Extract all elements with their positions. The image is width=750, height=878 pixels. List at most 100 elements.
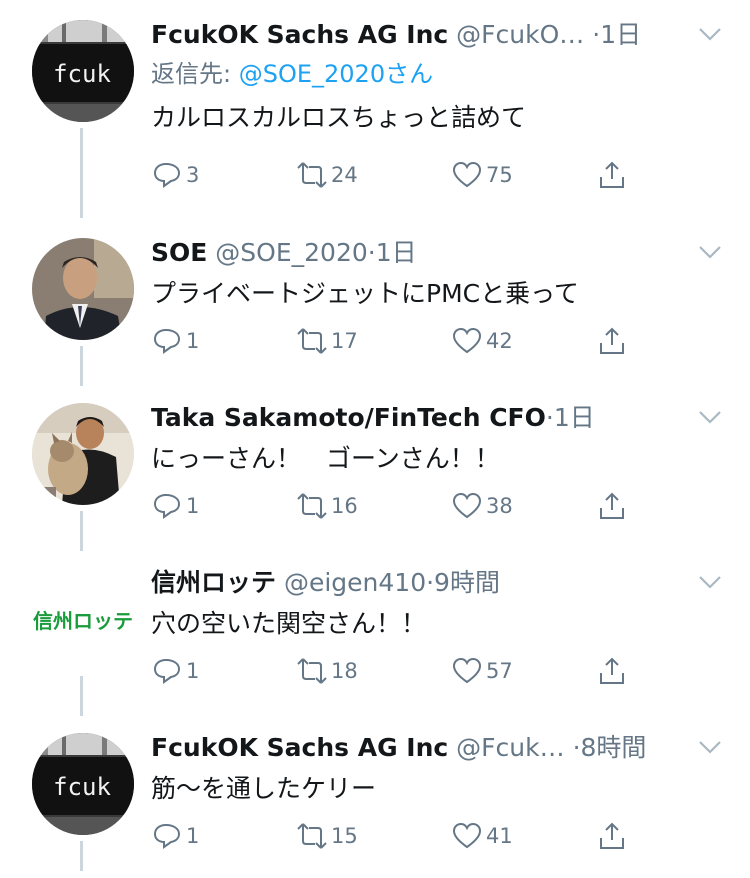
handle[interactable]: @Fcuk… [456,733,564,762]
reply-icon [153,658,181,684]
timestamp[interactable]: ·8時間 [573,733,647,762]
like-button[interactable]: 38 [452,486,513,526]
tweet[interactable]: 信州ロッテ 信州ロッテ @eigen410·9時間 穴の空いた関空さん！！ 1 … [0,511,750,716]
reply-count: 3 [186,163,200,187]
tweet[interactable]: SOE @SOE_2020·1日 プライベートジェットにPMCと乗って 1 17… [0,168,750,386]
svg-text:fcuk: fcuk [53,773,111,801]
like-button[interactable]: 57 [452,651,513,691]
avatar[interactable] [32,238,134,340]
retweet-icon [297,162,327,188]
share-icon [600,327,624,354]
retweet-button[interactable]: 16 [297,486,358,526]
replying-to: 返信先: @SOE_2020さん [151,56,711,92]
retweet-button[interactable]: 18 [297,651,358,691]
share-button[interactable] [597,486,627,526]
chevron-down-icon[interactable] [698,409,722,425]
heart-icon [452,657,482,684]
reply-count: 1 [186,659,200,683]
retweet-icon [297,658,327,684]
avatar[interactable]: 信州ロッテ [32,568,134,670]
like-button[interactable]: 42 [452,321,513,361]
share-button[interactable] [597,651,627,691]
like-count: 38 [486,494,513,518]
timestamp[interactable]: ·1日 [368,238,417,267]
display-name[interactable]: SOE [151,238,207,267]
share-icon [600,492,624,519]
reply-button[interactable]: 1 [152,816,199,856]
display-name[interactable]: 信州ロッテ [151,568,276,597]
retweet-icon [297,328,327,354]
heart-icon [452,492,482,519]
tweet-text: 筋〜を通したケリー [151,774,377,803]
chevron-down-icon[interactable] [698,26,722,42]
reply-prefix: 返信先: [151,60,239,88]
timestamp[interactable]: ·1日 [592,20,641,49]
reply-icon [153,823,181,849]
fcuk-logo-icon: fcuk [32,733,134,835]
heart-icon [452,327,482,354]
thread-line [80,346,83,383]
handle[interactable]: @SOE_2020 [215,238,367,267]
display-name[interactable]: FcukOK Sachs AG Inc [151,20,448,49]
like-button[interactable]: 41 [452,816,513,856]
display-name[interactable]: FcukOK Sachs AG Inc [151,733,448,762]
retweet-icon [297,823,327,849]
fcuk-logo-icon: fcuk [32,20,134,122]
like-button[interactable]: 75 [452,155,513,195]
thread-line [80,128,83,168]
handle[interactable]: @FcukO… [456,20,584,49]
shinshu-lotte-logo-icon: 信州ロッテ [32,568,134,670]
reply-icon [153,493,181,519]
tweet-text: プライベートジェットにPMCと乗って [151,279,579,308]
timestamp[interactable]: ·9時間 [426,568,500,597]
retweet-button[interactable]: 17 [297,321,358,361]
reply-mention[interactable]: @SOE_2020さん [239,60,433,88]
share-icon [600,161,624,188]
thread-line [80,676,83,713]
tweet-actions: 1 17 42 [152,321,652,361]
chevron-down-icon[interactable] [698,244,722,260]
reply-button[interactable]: 1 [152,651,199,691]
tweet-actions: 1 15 41 [152,816,652,856]
share-icon [600,657,624,684]
retweet-button[interactable]: 24 [297,155,358,195]
share-button[interactable] [597,321,627,361]
tweet-header: FcukOK Sachs AG Inc @FcukO… ·1日 [151,14,711,56]
chevron-down-icon[interactable] [698,739,722,755]
avatar[interactable]: fcuk [32,20,134,122]
chevron-down-icon[interactable] [698,574,722,590]
reply-icon [153,162,181,188]
tweet[interactable]: fcuk FcukOK Sachs AG Inc @Fcuk… ·8時間 筋〜を… [0,676,750,878]
reply-button[interactable]: 1 [152,321,199,361]
reply-button[interactable]: 1 [152,486,199,526]
tweet-text: 穴の空いた関空さん！！ [151,609,427,638]
thread-line [80,511,83,548]
heart-icon [452,161,482,188]
display-name[interactable]: Taka Sakamoto/FinTech CFO [151,403,546,432]
handle[interactable]: @eigen410 [284,568,426,597]
tweet-header: Taka Sakamoto/FinTech CFO·1日 [151,397,711,439]
tweet[interactable]: fcuk FcukOK Sachs AG Inc @FcukO… ·1日 返信先… [0,0,750,188]
reply-count: 1 [186,824,200,848]
retweet-count: 16 [331,494,358,518]
retweet-icon [297,493,327,519]
svg-text:fcuk: fcuk [53,60,111,88]
share-button[interactable] [597,816,627,856]
heart-icon [452,822,482,849]
avatar[interactable]: fcuk [32,733,134,835]
person-photo-icon [32,238,134,340]
avatar[interactable] [32,403,134,505]
retweet-count: 18 [331,659,358,683]
tweet[interactable]: Taka Sakamoto/FinTech CFO·1日 にっーさん！ ゴーンさ… [0,346,750,551]
timestamp[interactable]: ·1日 [546,403,595,432]
retweet-count: 17 [331,329,358,353]
share-icon [600,822,624,849]
svg-text:信州ロッテ: 信州ロッテ [33,609,133,633]
thread-line [80,168,83,218]
share-button[interactable] [597,155,627,195]
retweet-button[interactable]: 15 [297,816,358,856]
tweet-header: FcukOK Sachs AG Inc @Fcuk… ·8時間 [151,727,711,769]
reply-button[interactable]: 3 [152,155,199,195]
tweet-text: にっーさん！ ゴーンさん！！ [151,444,500,473]
tweet-header: 信州ロッテ @eigen410·9時間 [151,562,711,604]
